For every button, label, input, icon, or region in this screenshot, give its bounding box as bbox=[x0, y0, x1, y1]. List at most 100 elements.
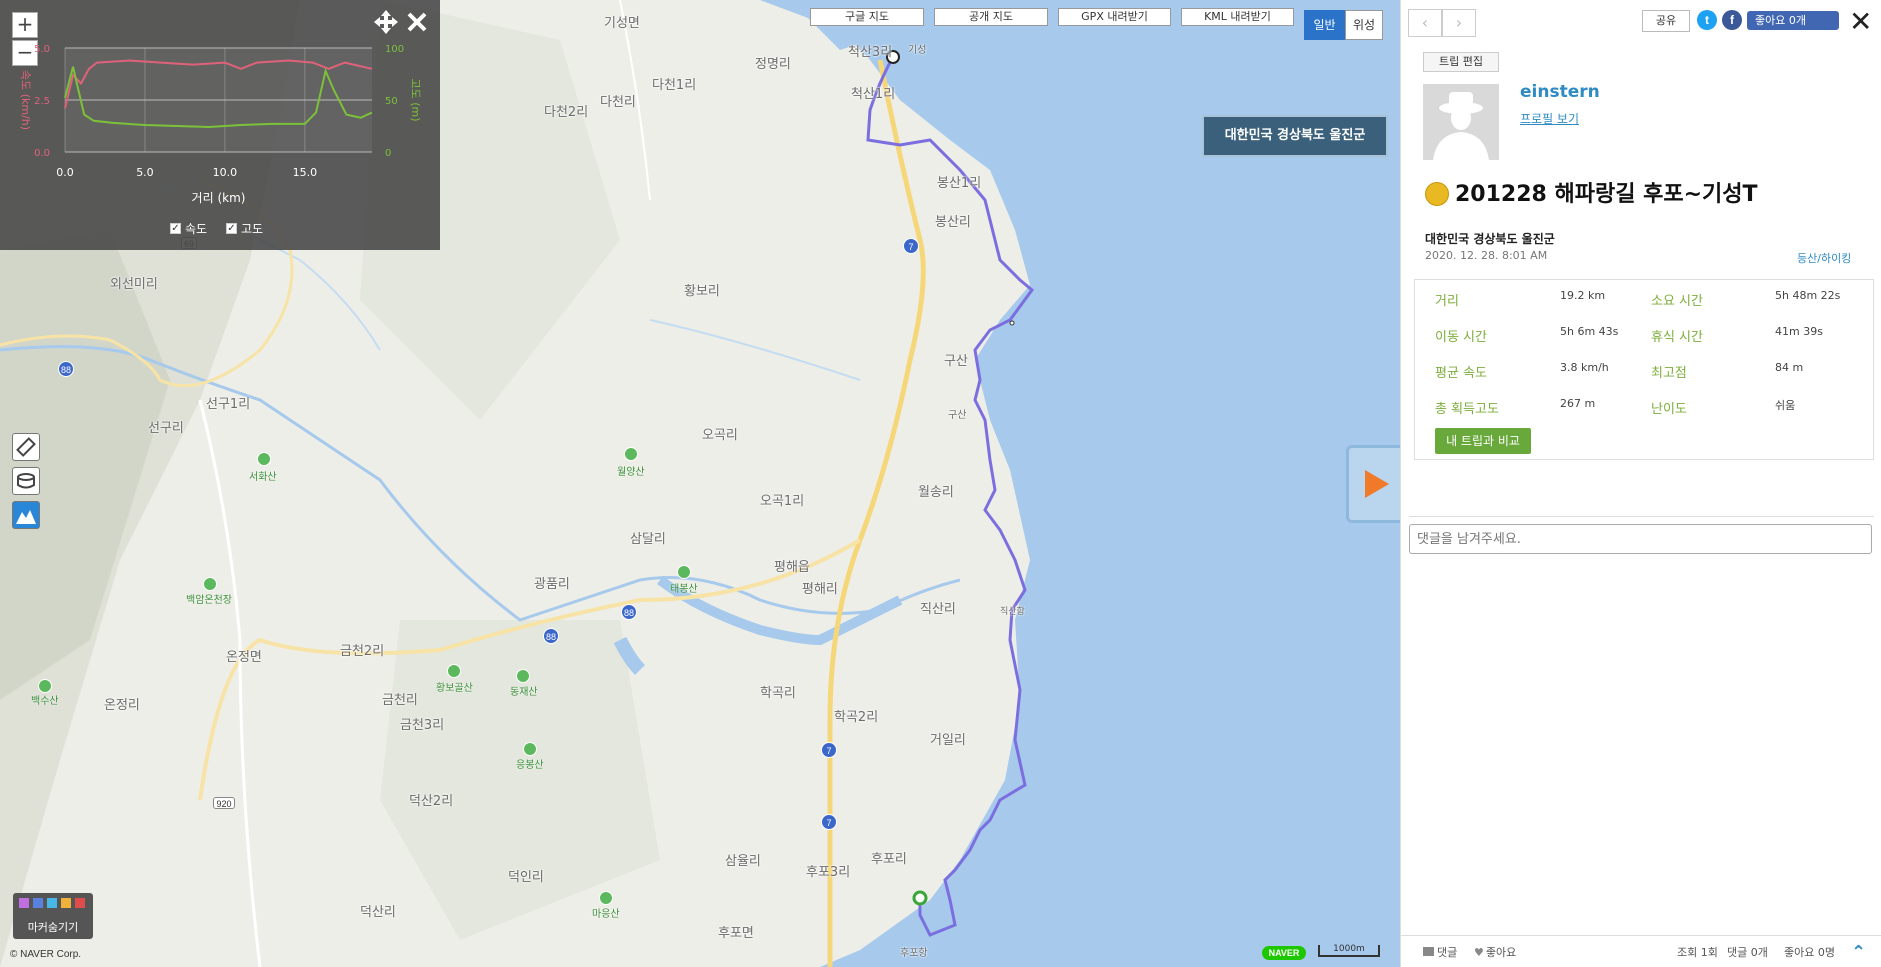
mountain-label: 월양산 bbox=[617, 467, 645, 478]
comment-input[interactable] bbox=[1409, 524, 1872, 554]
elevation-tool[interactable] bbox=[12, 501, 40, 529]
public-map-button[interactable]: 공개 지도 bbox=[934, 8, 1048, 26]
route-shield: 7 bbox=[903, 238, 919, 254]
like-tab[interactable]: ♥ 좋아요 bbox=[1474, 944, 1516, 960]
map-type-satellite[interactable]: 위성 bbox=[1345, 10, 1383, 40]
map-view[interactable]: 기성면 척산3리 기성 정명리 척산1리 다천1리 다천2리 다천리 봉산1리 … bbox=[0, 0, 1400, 967]
elevation-speed-chart-panel: + − 0.0 2.5 5.0 0 50 100 0.0 5.0 10.0 15.0 거리 (km)… bbox=[0, 0, 440, 250]
twitter-icon[interactable]: t bbox=[1697, 10, 1717, 30]
x-tick-label: 15.0 bbox=[293, 166, 318, 179]
comment-tab[interactable]: 댓글 bbox=[1423, 944, 1457, 960]
place-label: 황보리 bbox=[684, 284, 720, 299]
route-shield: 88 bbox=[543, 628, 559, 644]
place-label: 다천리 bbox=[600, 95, 636, 110]
place-label: 선구1리 bbox=[206, 397, 251, 412]
play-button[interactable] bbox=[1346, 445, 1400, 523]
scale-bar: 1000m bbox=[1318, 945, 1380, 957]
x-tick-label: 10.0 bbox=[213, 166, 238, 179]
comments-count: 댓글 0개 bbox=[1727, 946, 1768, 959]
y-right-tick-label: 50 bbox=[385, 96, 398, 107]
place-label: 금천리 bbox=[382, 693, 418, 708]
y-left-tick-label: 5.0 bbox=[34, 44, 50, 55]
likes-count: 좋아요 0명 bbox=[1784, 946, 1835, 959]
place-label: 삼달리 bbox=[630, 532, 666, 547]
ruler-icon bbox=[16, 437, 36, 457]
stat-label: 평균 속도 bbox=[1435, 366, 1487, 381]
divider bbox=[1409, 516, 1874, 517]
x-tick-label: 0.0 bbox=[56, 166, 74, 179]
place-label: 온정리 bbox=[104, 698, 140, 713]
avatar[interactable] bbox=[1423, 84, 1499, 160]
route-shield: 920 bbox=[213, 797, 235, 809]
stat-value: 쉬움 bbox=[1775, 399, 1796, 412]
avatar-image bbox=[1423, 84, 1499, 160]
place-label: 학곡2리 bbox=[834, 710, 879, 725]
mountain-label: 백암온천장 bbox=[186, 595, 232, 606]
username-link[interactable]: einstern bbox=[1520, 82, 1600, 102]
place-label: 기성면 bbox=[604, 16, 640, 31]
facebook-icon[interactable]: f bbox=[1722, 10, 1742, 30]
route-shield: 7 bbox=[821, 742, 837, 758]
legend-alt[interactable]: ✓ 고도 bbox=[226, 220, 263, 237]
bottom-bar: 댓글 ♥ 좋아요 조회 1회 댓글 0개 좋아요 0명 ⌃ bbox=[1401, 935, 1881, 967]
place-label: 덕산리 bbox=[360, 905, 396, 920]
mountain-icon bbox=[257, 452, 271, 466]
prev-trip-button[interactable]: ‹ bbox=[1408, 9, 1442, 37]
legend-speed[interactable]: ✓ 속도 bbox=[170, 220, 207, 237]
close-panel-icon[interactable]: ✕ bbox=[1849, 5, 1872, 38]
stat-label: 휴식 시간 bbox=[1651, 330, 1703, 345]
marker-toggle[interactable]: 마커숨기기 bbox=[13, 893, 93, 939]
place-label: 구산 bbox=[944, 354, 968, 369]
marker-toggle-label: 마커숨기기 bbox=[27, 921, 79, 934]
edit-trip-button[interactable]: 트립 편집 bbox=[1423, 52, 1499, 72]
mountain-label: 마응산 bbox=[592, 909, 620, 920]
mountain-icon bbox=[203, 577, 217, 591]
y-right-tick-label: 0 bbox=[385, 148, 391, 159]
y-right-tick-label: 100 bbox=[385, 44, 404, 55]
place-label: 금천3리 bbox=[400, 718, 445, 733]
mountain-icon bbox=[447, 664, 461, 678]
profile-link[interactable]: 프로필 보기 bbox=[1520, 110, 1579, 127]
speed-checkbox[interactable]: ✓ bbox=[170, 223, 181, 234]
place-label: 거일리 bbox=[930, 733, 966, 748]
place-label: 덕인리 bbox=[508, 870, 544, 885]
y-left-tick-label: 2.5 bbox=[34, 96, 50, 107]
stat-label: 소요 시간 bbox=[1651, 294, 1703, 309]
map-type-normal[interactable]: 일반 bbox=[1304, 10, 1345, 40]
y-right-axis-label: 고도 (m) bbox=[409, 78, 422, 121]
y-left-axis-label: 속도 (km/h) bbox=[19, 70, 32, 130]
place-label: 온정면 bbox=[226, 650, 262, 665]
stat-label: 난이도 bbox=[1651, 402, 1687, 417]
google-map-button[interactable]: 구글 지도 bbox=[810, 8, 924, 26]
mountain-icon bbox=[516, 669, 530, 683]
heart-icon: ♥ bbox=[1474, 946, 1484, 959]
trip-region: 대한민국 경상북도 울진군 bbox=[1425, 232, 1555, 246]
place-label: 척산1리 bbox=[851, 87, 896, 102]
kml-download-button[interactable]: KML 내려받기 bbox=[1181, 8, 1294, 26]
gpx-download-button[interactable]: GPX 내려받기 bbox=[1058, 8, 1171, 26]
mountain-icon bbox=[677, 565, 691, 579]
trip-date: 2020. 12. 28. 8:01 AM bbox=[1425, 249, 1548, 262]
facebook-like-button[interactable]: 좋아요 0개 bbox=[1747, 11, 1839, 30]
region-label: 대한민국 경상북도 울진군 bbox=[1202, 115, 1388, 157]
play-icon bbox=[1365, 470, 1389, 498]
place-label: 월송리 bbox=[918, 485, 954, 500]
alt-checkbox[interactable]: ✓ bbox=[226, 223, 237, 234]
place-label: 덕산2리 bbox=[409, 794, 454, 809]
mountain-chart-icon bbox=[16, 510, 36, 524]
place-label: 척산3리 bbox=[848, 45, 893, 60]
trip-stats: 거리 19.2 km 소요 시간 5h 48m 22s 이동 시간 5h 6m … bbox=[1414, 279, 1874, 460]
area-tool[interactable] bbox=[12, 467, 40, 495]
place-label: 오곡1리 bbox=[760, 494, 805, 509]
stat-value: 84 m bbox=[1775, 361, 1804, 374]
place-label: 광품리 bbox=[534, 577, 570, 592]
scroll-top-icon[interactable]: ⌃ bbox=[1851, 942, 1866, 963]
share-button[interactable]: 공유 bbox=[1642, 10, 1690, 32]
compare-trip-button[interactable]: 내 트립과 비교 bbox=[1435, 428, 1531, 454]
hiking-icon bbox=[1425, 182, 1449, 206]
place-label: 봉산리 bbox=[935, 215, 971, 230]
trip-category-link[interactable]: 등산/하이킹 bbox=[1797, 250, 1851, 266]
ruler-tool[interactable] bbox=[12, 433, 40, 461]
next-trip-button[interactable]: › bbox=[1442, 9, 1476, 37]
mountain-label: 서화산 bbox=[249, 472, 277, 483]
